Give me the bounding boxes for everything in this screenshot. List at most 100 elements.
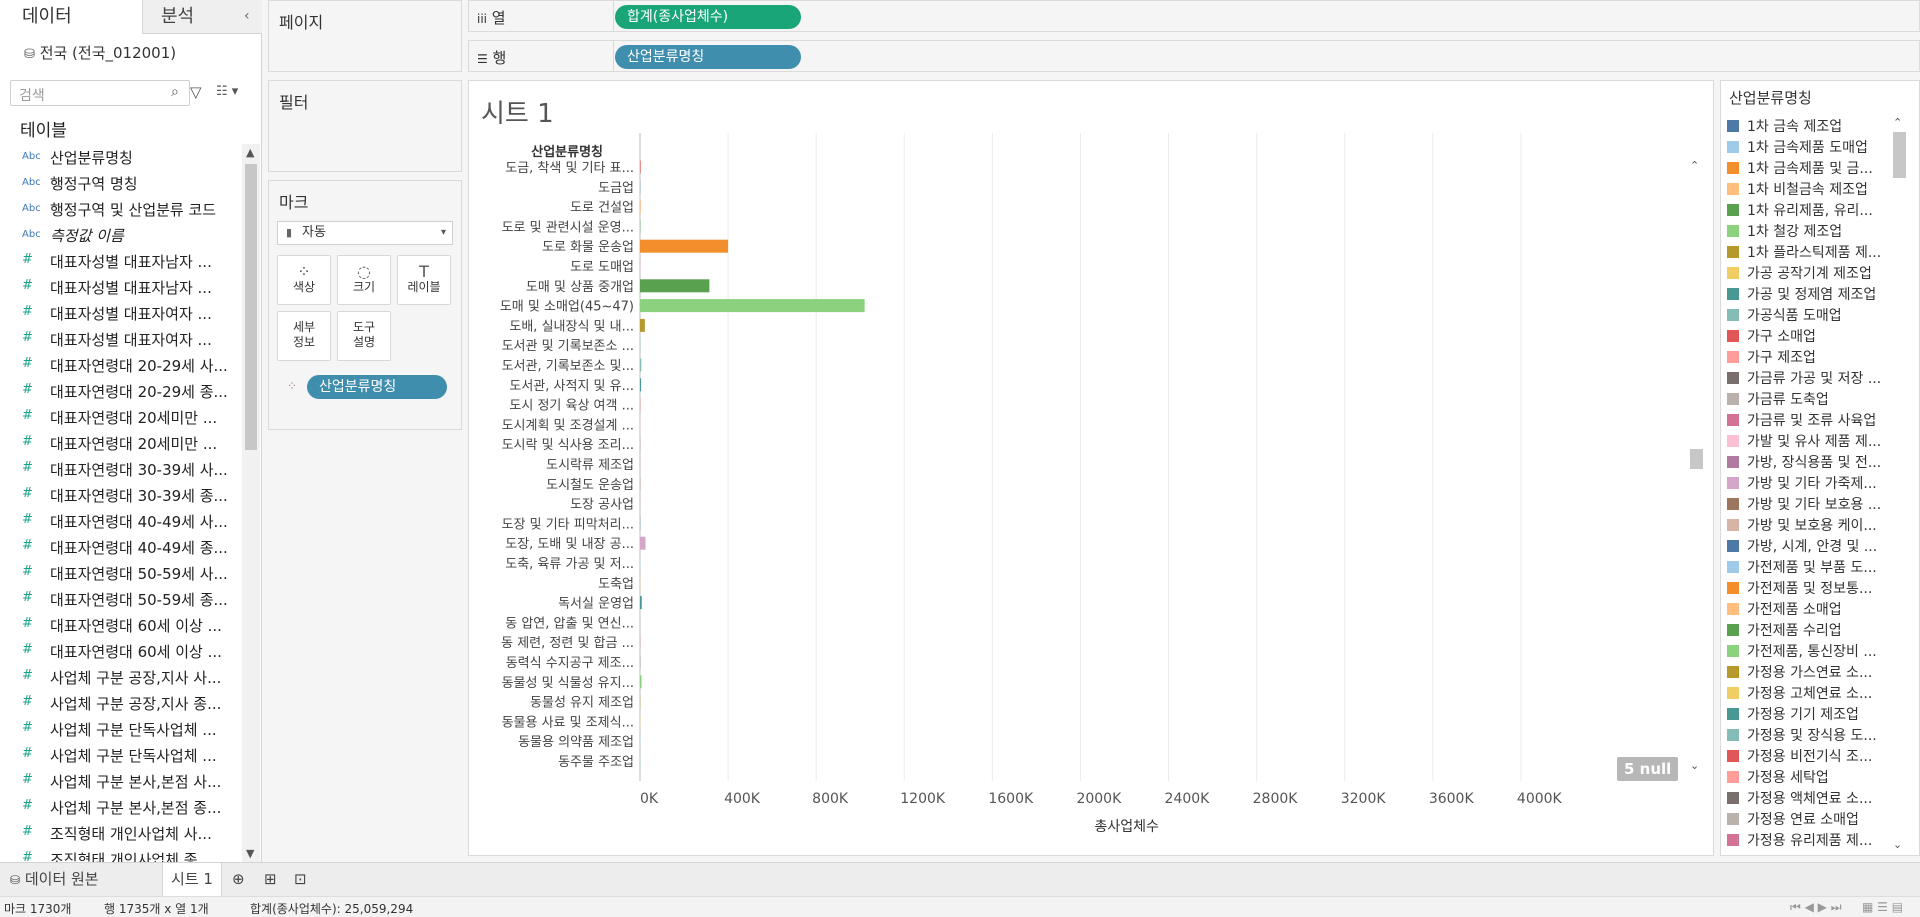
- field-item[interactable]: Abc 행정구역 및 산업분류 코드: [0, 196, 240, 222]
- field-item[interactable]: # 대표자연령대 20-29세 종...: [0, 378, 240, 404]
- new-story-icon[interactable]: ⊡: [294, 863, 307, 896]
- field-item[interactable]: # 대표자연령대 60세 이상 ...: [0, 638, 240, 664]
- legend-item[interactable]: 1차 금속 제조업: [1727, 115, 1901, 136]
- field-item[interactable]: # 사업체 구분 공장,지사 사...: [0, 664, 240, 690]
- scroll-down-icon[interactable]: ⌄: [1690, 759, 1699, 772]
- legend-item[interactable]: 1차 플라스틱제품 제...: [1727, 241, 1901, 262]
- field-item[interactable]: # 대표자연령대 50-59세 종...: [0, 586, 240, 612]
- legend-item[interactable]: 1차 철강 제조업: [1727, 220, 1901, 241]
- field-item[interactable]: # 대표자연령대 30-39세 사...: [0, 456, 240, 482]
- legend-item[interactable]: 가정용 연료 소매업: [1727, 808, 1901, 829]
- tab-datasource[interactable]: ⛁ 데이터 원본: [10, 863, 99, 896]
- field-item[interactable]: # 대표자연령대 20-29세 사...: [0, 352, 240, 378]
- field-item[interactable]: # 대표자연령대 40-49세 종...: [0, 534, 240, 560]
- field-item[interactable]: # 사업체 구분 단독사업체 ...: [0, 716, 240, 742]
- marks-pill-industry[interactable]: 산업분류명칭: [307, 375, 447, 399]
- filters-card[interactable]: 필터: [268, 80, 462, 172]
- tab-sheet1[interactable]: 시트 1: [162, 863, 222, 896]
- legend-item[interactable]: 가방 및 기타 보호용 ...: [1727, 493, 1901, 514]
- bar-mark[interactable]: [640, 299, 865, 313]
- bar-chart[interactable]: 0K 400K 800K 1200K 1600K 2000K 2400K 2800K 3200K…: [469, 81, 1715, 857]
- bar-mark[interactable]: [640, 378, 642, 392]
- field-item[interactable]: # 대표자연령대 60세 이상 ...: [0, 612, 240, 638]
- scroll-thumb[interactable]: [1893, 132, 1906, 178]
- legend-item[interactable]: 가금류 및 조류 사육업: [1727, 409, 1901, 430]
- field-item[interactable]: # 사업체 구분 본사,본점 사...: [0, 768, 240, 794]
- size-button[interactable]: ◌ 크기: [337, 255, 391, 305]
- columns-pill-sum[interactable]: 합계(종사업체수): [615, 5, 801, 29]
- bar-mark[interactable]: [640, 279, 710, 293]
- legend-item[interactable]: 가구 제조업: [1727, 346, 1901, 367]
- legend-item[interactable]: 가정용 고체연료 소...: [1727, 682, 1901, 703]
- legend-item[interactable]: 가전제품, 통신장비 ...: [1727, 640, 1901, 661]
- legend-scrollbar[interactable]: ⌃ ⌄: [1890, 116, 1908, 856]
- field-item[interactable]: # 대표자성별 대표자여자 ...: [0, 300, 240, 326]
- label-button[interactable]: T 레이블: [397, 255, 451, 305]
- field-item[interactable]: Abc 행정구역 명칭: [0, 170, 240, 196]
- bar-mark[interactable]: [640, 160, 641, 174]
- view-scrollbar[interactable]: ⌃ ⌄: [1687, 159, 1705, 779]
- legend-item[interactable]: 가정용 액체연료 소...: [1727, 787, 1901, 808]
- field-item[interactable]: # 대표자연령대 20세미만 ...: [0, 430, 240, 456]
- detail-button[interactable]: 세부 정보: [277, 311, 331, 361]
- legend-item[interactable]: 가공 및 정제염 제조업: [1727, 283, 1901, 304]
- legend-item[interactable]: 가방 및 보호용 케이...: [1727, 514, 1901, 535]
- scroll-up-icon[interactable]: ⌃: [1893, 116, 1902, 129]
- scroll-thumb[interactable]: [1690, 449, 1703, 469]
- bar-mark[interactable]: [640, 358, 642, 372]
- collapse-pane-icon[interactable]: ‹: [244, 8, 250, 24]
- legend-item[interactable]: 1차 금속제품 및 금...: [1727, 157, 1901, 178]
- legend-item[interactable]: 가금류 가공 및 저장 ...: [1727, 367, 1901, 388]
- legend-item[interactable]: 가구 소매업: [1727, 325, 1901, 346]
- rows-shelf[interactable]: ☰ 행 산업분류명칭: [468, 40, 1920, 72]
- tooltip-button[interactable]: 도구 설명: [337, 311, 391, 361]
- legend-item[interactable]: 가정용 세탁업: [1727, 766, 1901, 787]
- field-item[interactable]: # 대표자연령대 30-39세 종...: [0, 482, 240, 508]
- field-item[interactable]: # 대표자성별 대표자남자 ...: [0, 248, 240, 274]
- new-worksheet-icon[interactable]: ⊕: [232, 863, 245, 896]
- null-indicator[interactable]: 5 null: [1617, 757, 1679, 781]
- field-item[interactable]: # 대표자성별 대표자여자 ...: [0, 326, 240, 352]
- field-item[interactable]: # 조직형태 개인사업체 사...: [0, 820, 240, 846]
- color-button[interactable]: ⁘ 색상: [277, 255, 331, 305]
- legend-item[interactable]: 가공식품 도매업: [1727, 304, 1901, 325]
- legend-item[interactable]: 가정용 유리제품 제...: [1727, 829, 1901, 850]
- rows-pill-industry[interactable]: 산업분류명칭: [615, 45, 801, 69]
- search-input[interactable]: 검색 ⌕: [10, 80, 190, 106]
- legend-item[interactable]: 가정용 기기 제조업: [1727, 703, 1901, 724]
- legend-item[interactable]: 가방 및 기타 가죽제...: [1727, 472, 1901, 493]
- field-item[interactable]: # 대표자연령대 50-59세 사...: [0, 560, 240, 586]
- bar-mark[interactable]: [640, 318, 645, 332]
- tab-data[interactable]: 데이터: [0, 0, 142, 34]
- legend-item[interactable]: 가전제품 수리업: [1727, 619, 1901, 640]
- field-item[interactable]: # 사업체 구분 공장,지사 종...: [0, 690, 240, 716]
- field-item[interactable]: # 사업체 구분 본사,본점 종...: [0, 794, 240, 820]
- legend-item[interactable]: 가전제품 소매업: [1727, 598, 1901, 619]
- scroll-thumb[interactable]: [245, 164, 257, 450]
- legend-item[interactable]: 가정용 가스연료 소...: [1727, 661, 1901, 682]
- field-item[interactable]: # 대표자연령대 20세미만 ...: [0, 404, 240, 430]
- legend-item[interactable]: 가정용 및 장식용 도...: [1727, 724, 1901, 745]
- bar-mark[interactable]: [640, 596, 642, 610]
- field-item[interactable]: Abc 산업분류명칭: [0, 144, 240, 170]
- legend-item[interactable]: 가전제품 및 부품 도...: [1727, 556, 1901, 577]
- search-icon[interactable]: ⌕: [171, 84, 179, 100]
- field-item[interactable]: # 조직형태 개인사업체 종...: [0, 846, 240, 862]
- legend-item[interactable]: 가방, 장식용품 및 전...: [1727, 451, 1901, 472]
- legend-item[interactable]: 가전제품 및 정보통...: [1727, 577, 1901, 598]
- bar-mark[interactable]: [640, 239, 729, 253]
- page-nav-icon[interactable]: ⏮ ◀ ▶ ⏭: [1790, 900, 1842, 915]
- columns-shelf[interactable]: iii 열 합계(종사업체수): [468, 0, 1920, 32]
- legend-item[interactable]: 가발 및 유사 제품 제...: [1727, 430, 1901, 451]
- scroll-up-icon[interactable]: ▲: [246, 146, 254, 159]
- legend-item[interactable]: 1차 금속제품 도매업: [1727, 136, 1901, 157]
- legend-item[interactable]: 가금류 도축업: [1727, 388, 1901, 409]
- legend-item[interactable]: 가방, 시계, 안경 및 ...: [1727, 535, 1901, 556]
- view-toggle-icon[interactable]: ▦ ☰ ▤: [1862, 900, 1903, 914]
- view-options-icon[interactable]: ☷ ▾: [216, 84, 238, 99]
- scroll-down-icon[interactable]: ▼: [246, 847, 254, 860]
- bar-mark[interactable]: [640, 536, 646, 550]
- field-item[interactable]: # 사업체 구분 단독사업체 ...: [0, 742, 240, 768]
- legend-item[interactable]: 1차 유리제품, 유리...: [1727, 199, 1901, 220]
- pages-card[interactable]: 페이지: [268, 0, 462, 72]
